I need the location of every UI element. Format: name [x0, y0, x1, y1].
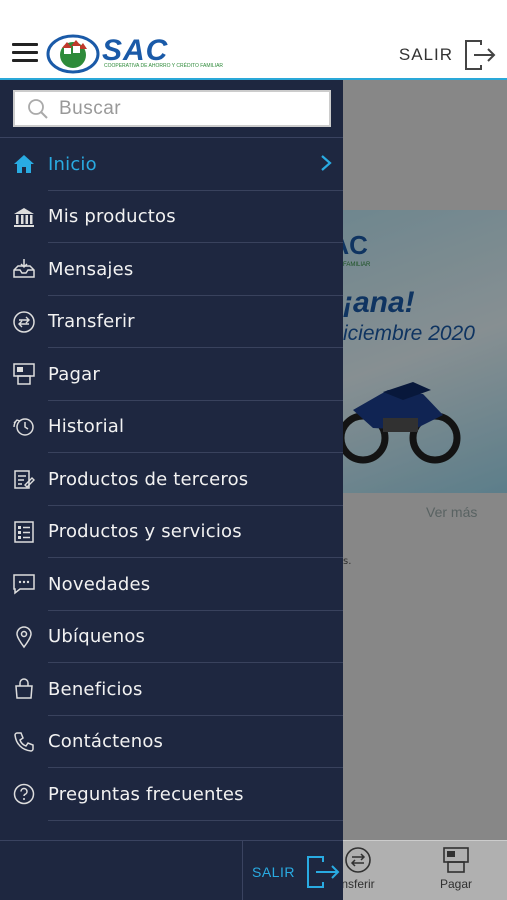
logout-button[interactable]: SALIR — [399, 38, 497, 72]
search-box[interactable] — [13, 90, 331, 127]
menu-item-productos-de-terceros[interactable]: Productos de terceros — [0, 453, 343, 506]
menu-item-label: Productos y servicios — [48, 521, 242, 543]
sac-logo: SAC COOPERATIVA DE AHORRO Y CRÉDITO FAMI… — [46, 34, 223, 74]
logo-emblem-icon — [46, 34, 100, 74]
menu-item-pagar[interactable]: Pagar — [0, 348, 343, 401]
menu-item-inicio[interactable]: Inicio — [0, 138, 343, 191]
menu-item-label: Productos de terceros — [48, 468, 249, 490]
menu-item-label: Pagar — [48, 363, 100, 385]
menu-item-label: Mis productos — [48, 206, 176, 228]
transfer-icon — [0, 310, 48, 334]
menu-item-contactenos[interactable]: Contáctenos — [0, 716, 343, 768]
menu-item-mensajes[interactable]: Mensajes — [0, 243, 343, 296]
bank-icon — [0, 205, 48, 229]
search-icon — [28, 98, 48, 119]
app-header: SAC COOPERATIVA DE AHORRO Y CRÉDITO FAMI… — [0, 0, 507, 80]
menu-item-label: Contáctenos — [48, 731, 164, 753]
logout-label: SALIR — [398, 45, 453, 64]
menu-item-label: Ubíquenos — [48, 626, 146, 648]
menu-hamburger-icon[interactable] — [12, 43, 38, 63]
phone-icon — [0, 730, 48, 754]
search-area — [0, 80, 343, 138]
menu-item-label: Historial — [48, 416, 125, 438]
menu-item-label: Novedades — [48, 573, 151, 595]
menu-item-label: Preguntas frecuentes — [48, 783, 244, 805]
logout-icon — [465, 40, 496, 70]
search-input[interactable] — [59, 97, 309, 120]
menu-item-ubiquenos[interactable]: Ubíquenos — [0, 611, 343, 663]
drawer-logout-button[interactable]: SALIR — [252, 855, 341, 889]
menu-item-label: Mensajes — [48, 258, 134, 280]
benefits-icon — [0, 677, 48, 701]
menu-item-beneficios[interactable]: Beneficios — [0, 663, 343, 716]
drawer-menu: Inicio Mis productos Mensajes Transferir — [0, 138, 343, 821]
services-icon — [0, 520, 48, 544]
logo-subtitle: COOPERATIVA DE AHORRO Y CRÉDITO FAMILIAR — [104, 63, 224, 69]
history-icon — [0, 415, 48, 439]
side-drawer: Inicio Mis productos Mensajes Transferir — [0, 80, 343, 840]
help-icon — [0, 782, 48, 806]
home-icon — [0, 152, 48, 176]
menu-item-label: Inicio — [48, 153, 97, 175]
chevron-right-icon — [321, 155, 332, 171]
menu-item-productos-y-servicios[interactable]: Productos y servicios — [0, 506, 343, 558]
menu-item-transferir[interactable]: Transferir — [0, 296, 343, 348]
footer-divider — [242, 841, 243, 900]
logout-icon — [306, 856, 340, 888]
menu-item-label: Beneficios — [48, 678, 143, 700]
drawer-logout-label: SALIR — [252, 864, 295, 880]
location-icon — [0, 625, 48, 649]
pay-icon — [0, 362, 48, 386]
menu-item-label: Transferir — [48, 311, 135, 333]
menu-item-mis-productos[interactable]: Mis productos — [0, 191, 343, 243]
third-party-icon — [0, 467, 48, 491]
inbox-icon — [0, 257, 48, 281]
news-icon — [0, 572, 48, 596]
menu-item-historial[interactable]: Historial — [0, 401, 343, 453]
drawer-footer: SALIR — [0, 840, 343, 900]
menu-item-preguntas-frecuentes[interactable]: Preguntas frecuentes — [0, 768, 343, 821]
menu-item-novedades[interactable]: Novedades — [0, 558, 343, 611]
